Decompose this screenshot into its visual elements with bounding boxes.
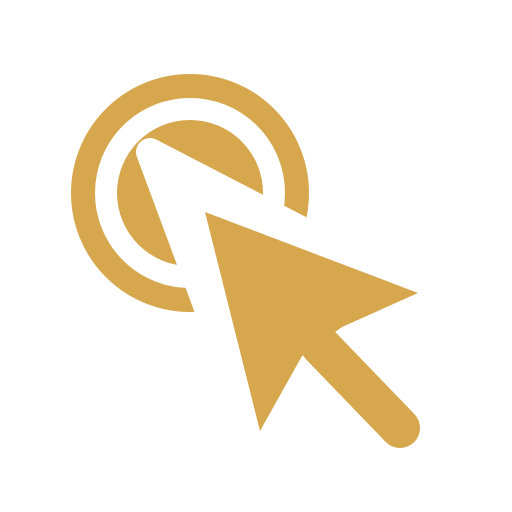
icon-canvas — [0, 0, 512, 512]
click-cursor-icon — [71, 74, 420, 448]
mouse-pointer-icon — [205, 212, 420, 448]
pointer-tail — [300, 325, 420, 448]
